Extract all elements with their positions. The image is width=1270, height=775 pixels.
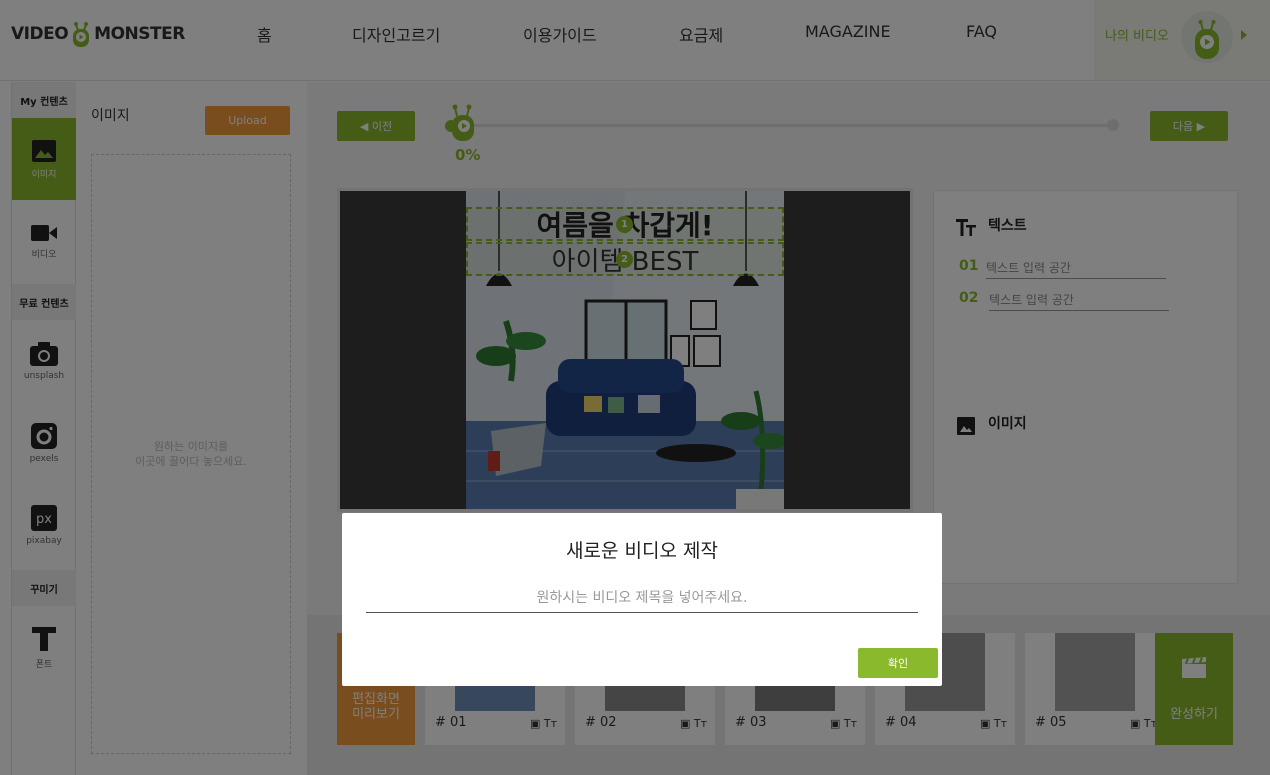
new-video-modal: 새로운 비디오 제작 확인: [342, 513, 942, 686]
confirm-button[interactable]: 확인: [858, 648, 938, 678]
modal-title: 새로운 비디오 제작: [566, 540, 718, 562]
video-title-input[interactable]: [366, 583, 918, 613]
